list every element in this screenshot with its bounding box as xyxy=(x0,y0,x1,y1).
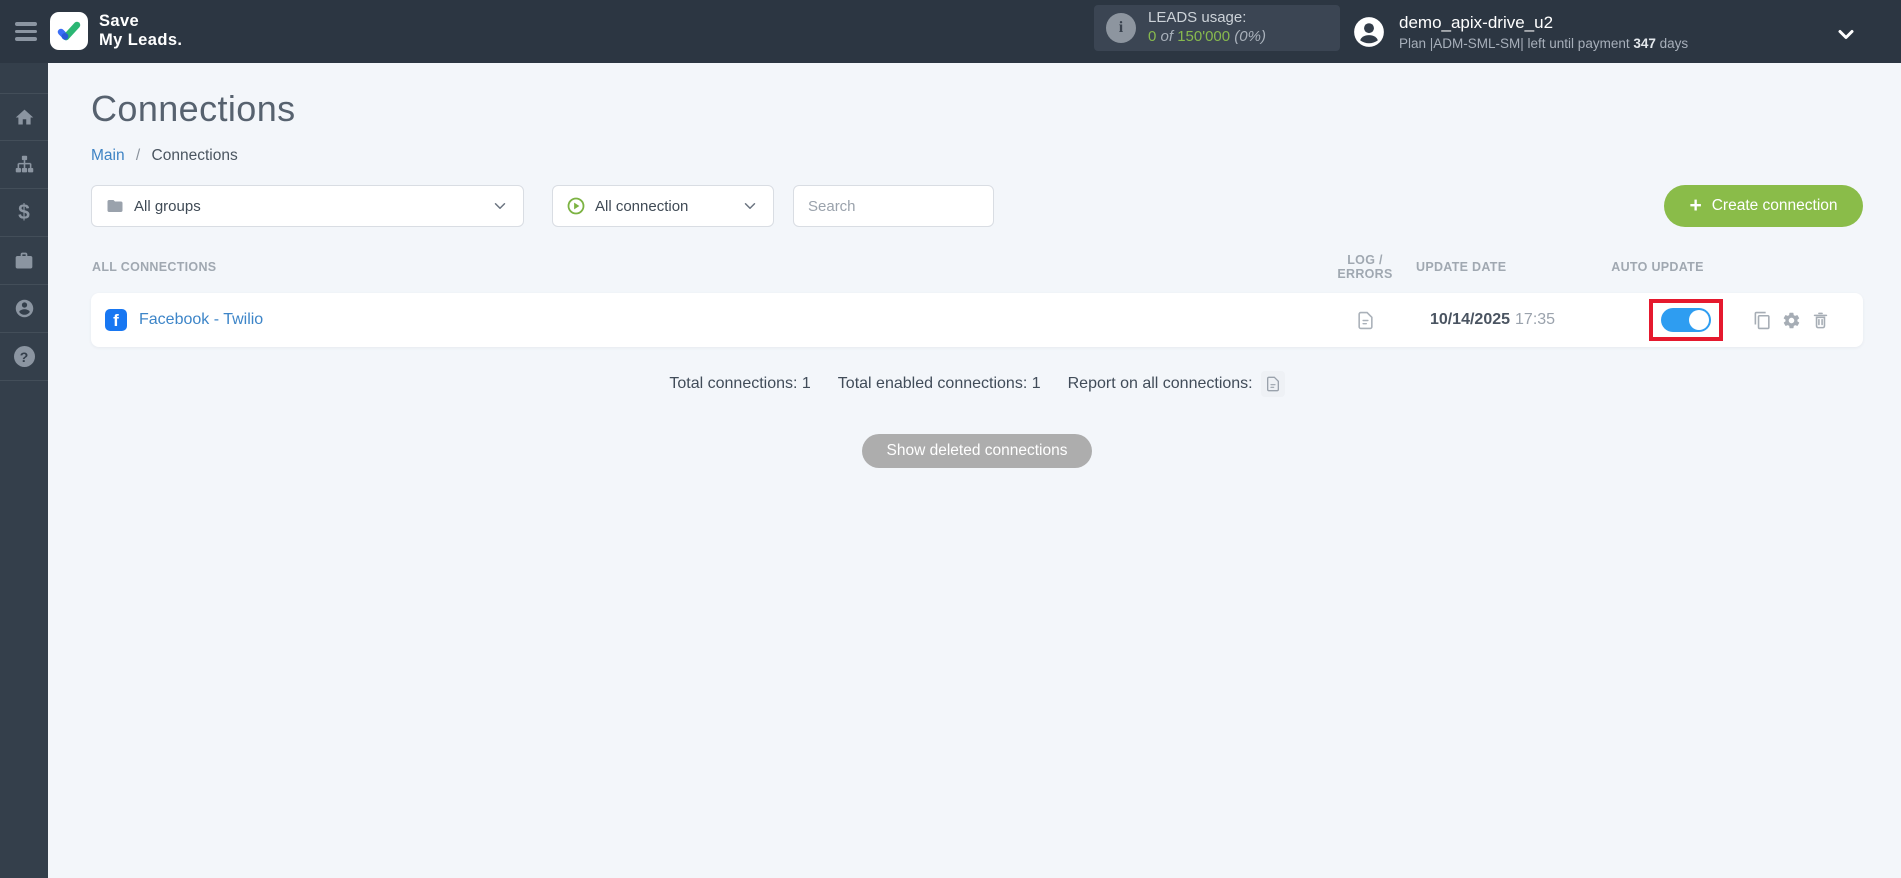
create-connection-button[interactable]: + Create connection xyxy=(1664,185,1863,227)
app-logo[interactable]: Save My Leads. xyxy=(50,12,182,51)
logo-checkmark-icon xyxy=(50,12,88,51)
breadcrumb-current: Connections xyxy=(151,147,238,164)
summary-bar: Total connections: 1 Total enabled conne… xyxy=(91,371,1863,397)
report-document-icon[interactable] xyxy=(1260,371,1285,397)
table-row: f Facebook - Twilio 10/14/2025 17:35 xyxy=(91,293,1863,347)
chevron-down-icon xyxy=(491,197,509,215)
red-highlight-box xyxy=(1648,299,1723,341)
folder-icon xyxy=(106,197,124,215)
search-input[interactable] xyxy=(793,185,994,227)
header-log-errors: LOG / ERRORS xyxy=(1337,253,1393,281)
plus-icon: + xyxy=(1689,193,1702,217)
filter-bar: All groups All connection + Create conne… xyxy=(91,185,1863,227)
sidebar-item-home[interactable] xyxy=(0,93,48,141)
leads-usage-widget: i LEADS usage: 0 of 150'000 (0%) xyxy=(1094,5,1340,51)
table-header: ALL CONNECTIONS LOG / ERRORS UPDATE DATE… xyxy=(91,253,1863,293)
update-date-cell: 10/14/2025 17:35 xyxy=(1429,311,1556,328)
gear-icon[interactable] xyxy=(1782,311,1801,330)
hamburger-menu-icon[interactable] xyxy=(15,22,37,41)
connection-name-link[interactable]: Facebook - Twilio xyxy=(139,311,263,329)
plan-info: Plan |ADM-SML-SM| left until payment 347… xyxy=(1399,35,1689,51)
total-connections: Total connections: 1 xyxy=(669,375,811,392)
header-auto-update: AUTO UPDATE xyxy=(1611,260,1704,274)
breadcrumb: Main / Connections xyxy=(91,147,1863,165)
auto-update-toggle[interactable] xyxy=(1660,308,1711,332)
header-all-connections: ALL CONNECTIONS xyxy=(92,260,217,274)
page-title: Connections xyxy=(91,88,296,129)
sitemap-icon xyxy=(15,155,33,173)
user-icon xyxy=(15,299,33,318)
groups-filter-value: All groups xyxy=(134,197,201,215)
chevron-down-icon[interactable] xyxy=(1834,22,1858,51)
sidebar-item-services[interactable] xyxy=(0,237,48,285)
breadcrumb-main-link[interactable]: Main xyxy=(91,147,125,164)
sidebar-item-billing[interactable]: $ xyxy=(0,189,48,237)
show-deleted-connections-button[interactable]: Show deleted connections xyxy=(861,434,1093,468)
connection-status-select[interactable]: All connection xyxy=(552,185,774,227)
sidebar-item-help[interactable]: ? xyxy=(0,333,48,381)
copy-icon[interactable] xyxy=(1753,311,1772,330)
header-update-date: UPDATE DATE xyxy=(1416,260,1507,274)
breadcrumb-separator: / xyxy=(135,147,141,164)
info-icon: i xyxy=(1106,13,1136,43)
deleted-section: Show deleted connections xyxy=(91,434,1863,468)
top-header: Save My Leads. i LEADS usage: 0 of 150'0… xyxy=(0,0,1901,63)
report-all-connections: Report on all connections: xyxy=(1068,371,1285,397)
username: demo_apix-drive_u2 xyxy=(1399,12,1554,32)
log-document-icon[interactable] xyxy=(1356,311,1375,330)
leads-usage-label: LEADS usage: xyxy=(1148,9,1247,27)
home-icon xyxy=(15,109,33,124)
user-account-menu[interactable]: demo_apix-drive_u2 Plan |ADM-SML-SM| lef… xyxy=(1352,0,1688,63)
chevron-down-icon xyxy=(741,197,759,215)
total-enabled-connections: Total enabled connections: 1 xyxy=(837,375,1041,392)
facebook-icon: f xyxy=(105,309,127,331)
main-content: Connections Main / Connections All group… xyxy=(48,63,1901,878)
dollar-icon: $ xyxy=(18,200,30,224)
play-circle-icon xyxy=(567,197,585,215)
help-icon: ? xyxy=(13,346,35,367)
sidebar-item-account[interactable] xyxy=(0,285,48,333)
trash-icon[interactable] xyxy=(1811,311,1830,330)
briefcase-icon xyxy=(15,252,33,268)
logo-text: Save My Leads. xyxy=(99,12,183,50)
connection-status-value: All connection xyxy=(595,197,689,215)
left-sidebar: $ ? xyxy=(0,63,48,878)
sidebar-item-connections[interactable] xyxy=(0,141,48,189)
leads-usage-value: 0 of 150'000 (0%) xyxy=(1148,28,1266,45)
groups-filter-select[interactable]: All groups xyxy=(91,185,524,227)
avatar xyxy=(1354,16,1384,47)
